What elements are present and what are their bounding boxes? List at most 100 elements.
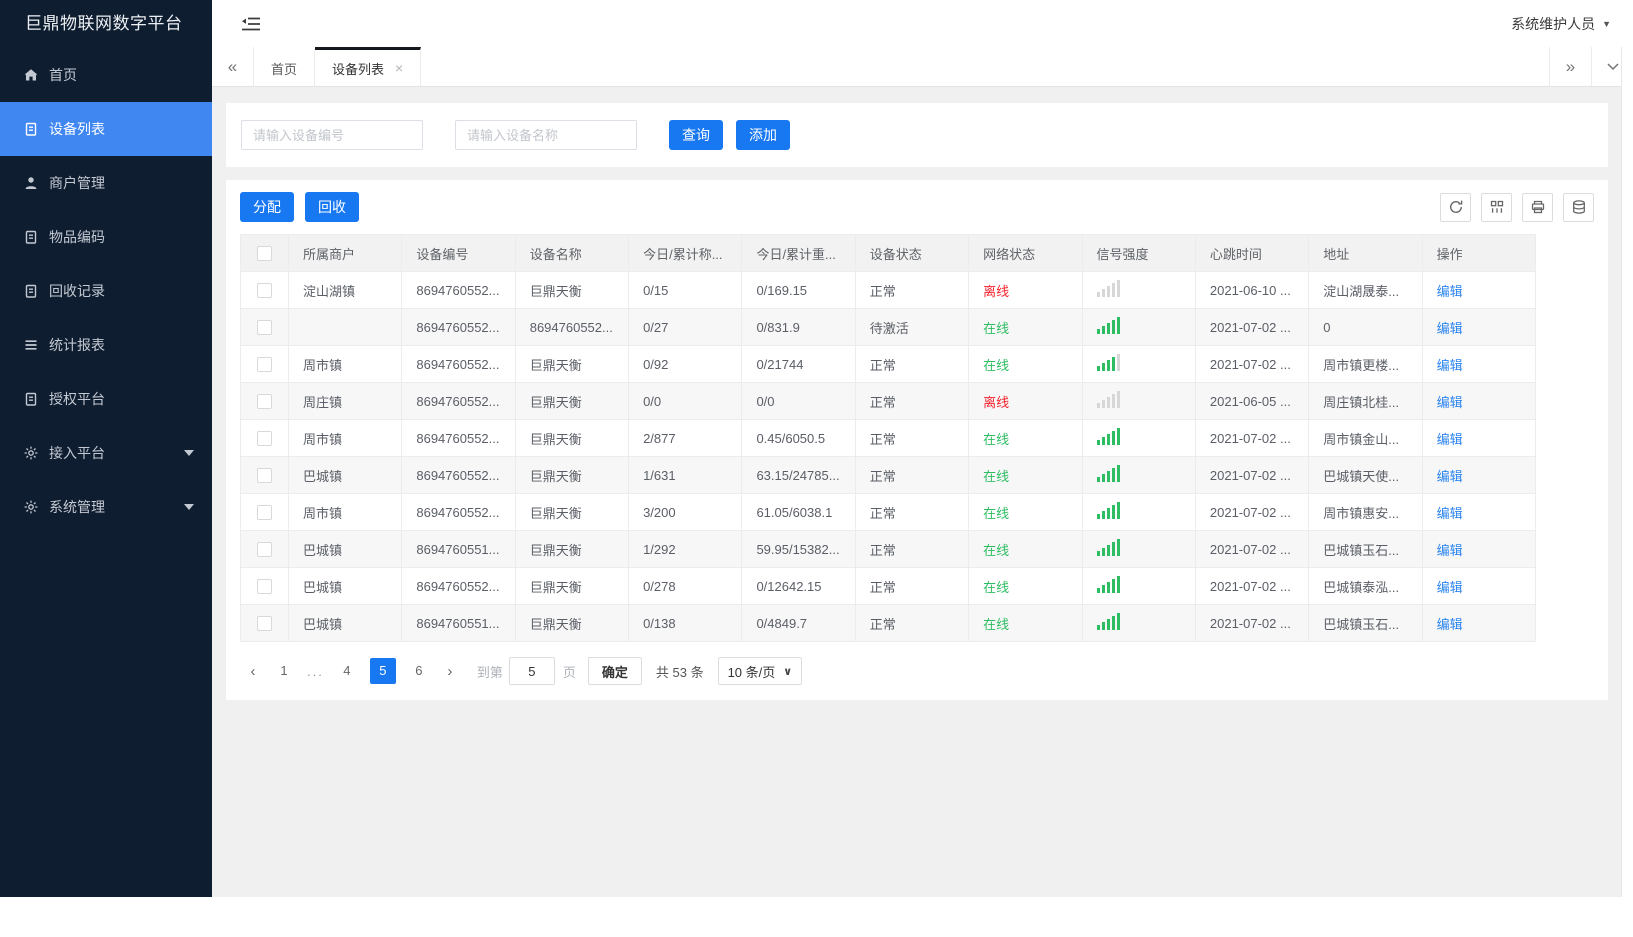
app-window: 巨鼎物联网数字平台 首页 设备列表 商户管理 物品编码 回收记录 统计报表 授权平台 接入平台… — [0, 0, 1633, 897]
cell-weight: 61.05/6038.1 — [741, 493, 856, 531]
edit-link[interactable]: 编辑 — [1437, 469, 1463, 484]
edit-link[interactable]: 编辑 — [1437, 617, 1463, 632]
row-checkbox[interactable] — [257, 505, 272, 521]
cell-device_status: 正常 — [854, 604, 970, 642]
column-header: 所属商户 — [287, 234, 403, 272]
refresh-button[interactable] — [1440, 192, 1471, 222]
row-checkbox[interactable] — [257, 616, 272, 632]
sidebar-item-label: 物品编码 — [49, 229, 105, 245]
columns-button[interactable] — [1481, 192, 1512, 222]
row-checkbox[interactable] — [257, 283, 272, 299]
row-checkbox[interactable] — [257, 357, 272, 373]
jump-suffix-label: 页 — [562, 664, 576, 680]
cell-count: 0/278 — [628, 567, 743, 605]
cell-device_status: 正常 — [854, 382, 970, 420]
sidebar-item-8[interactable]: 系统管理 — [0, 480, 212, 534]
sidebar-item-7[interactable]: 接入平台 — [0, 426, 212, 480]
tabs-scroll-left-button[interactable]: « — [212, 47, 254, 86]
add-button[interactable]: 添加 — [736, 120, 790, 150]
edit-link[interactable]: 编辑 — [1437, 395, 1463, 410]
signal-strength-icon — [1096, 280, 1120, 297]
collapse-sidebar-button[interactable] — [241, 16, 261, 32]
sidebar-nav: 首页设备列表 商户管理物品编码回收记录统计报表授权平台 接入平台 系统管理 — [0, 48, 212, 534]
doc-icon — [23, 391, 39, 407]
table-tool-icons — [1440, 192, 1594, 222]
edit-link[interactable]: 编辑 — [1437, 284, 1463, 299]
tabs-container: 首页 设备列表 × — [254, 47, 422, 86]
sidebar-item-2[interactable]: 商户管理 — [0, 156, 212, 210]
cell-heartbeat: 2021-06-05 ... — [1194, 382, 1310, 420]
jump-page-input[interactable] — [508, 657, 555, 685]
sidebar-item-5[interactable]: 统计报表 — [0, 318, 212, 372]
tab-1[interactable]: 设备列表 × — [315, 47, 422, 86]
user-menu[interactable]: 系统维护人员 ▼ — [1511, 14, 1611, 34]
cell-count: 0/27 — [628, 308, 743, 346]
next-page-button[interactable]: › — [437, 663, 463, 680]
cell-device_no: 8694760552... — [401, 419, 516, 457]
gear-icon — [23, 445, 39, 461]
row-checkbox[interactable] — [257, 542, 272, 558]
edit-link[interactable]: 编辑 — [1437, 358, 1463, 373]
row-checkbox[interactable] — [257, 431, 272, 447]
page-size-select[interactable]: 10 条/页 ∨ — [717, 657, 803, 685]
row-checkbox[interactable] — [257, 320, 272, 336]
cell-merchant: 巴城镇 — [287, 567, 403, 605]
edit-link[interactable]: 编辑 — [1437, 321, 1463, 336]
select-all-checkbox[interactable] — [257, 246, 272, 262]
tab-label: 设备列表 — [332, 61, 385, 77]
device-no-input[interactable] — [241, 120, 423, 150]
sidebar-item-6[interactable]: 授权平台 — [0, 372, 212, 426]
vertical-scrollbar[interactable] — [1621, 47, 1633, 897]
page-button-4[interactable]: 4 — [334, 658, 360, 684]
cell-device_name: 巨鼎天衡 — [514, 345, 630, 383]
cell-heartbeat: 2021-07-02 ... — [1194, 345, 1310, 383]
chevron-down-icon — [184, 450, 194, 456]
cell-heartbeat: 2021-07-02 ... — [1194, 567, 1310, 605]
print-button[interactable] — [1522, 192, 1553, 222]
table-row: 周市镇 8694760552... 巨鼎天衡 0/92 0/21744 正常 在线 2021-… — [240, 345, 1537, 383]
sidebar-item-3[interactable]: 物品编码 — [0, 210, 212, 264]
network-status-badge: 离线 — [983, 394, 1010, 410]
cell-address: 淀山湖晟泰... — [1308, 271, 1423, 309]
close-icon[interactable]: × — [395, 60, 403, 76]
edit-link[interactable]: 编辑 — [1437, 580, 1463, 595]
confirm-jump-button[interactable]: 确定 — [587, 657, 642, 685]
device-name-input[interactable] — [455, 120, 637, 150]
edit-link[interactable]: 编辑 — [1437, 506, 1463, 521]
page-button-6[interactable]: 6 — [406, 658, 432, 684]
assign-button[interactable]: 分配 — [240, 192, 294, 222]
edit-link[interactable]: 编辑 — [1437, 432, 1463, 447]
prev-page-button[interactable]: ‹ — [240, 663, 266, 680]
tab-0[interactable]: 首页 — [254, 47, 316, 86]
sidebar-item-label: 统计报表 — [49, 337, 105, 353]
edit-link[interactable]: 编辑 — [1437, 543, 1463, 558]
recycle-button[interactable]: 回收 — [305, 192, 359, 222]
cell-count: 0/138 — [628, 604, 743, 642]
sidebar-item-label: 首页 — [49, 67, 77, 83]
row-checkbox[interactable] — [257, 468, 272, 484]
chevron-down-icon: ∨ — [783, 665, 793, 678]
cell-device_status: 正常 — [854, 456, 970, 494]
cell-weight: 0/831.9 — [741, 308, 856, 346]
sidebar-item-0[interactable]: 首页 — [0, 48, 212, 102]
sidebar-item-1[interactable]: 设备列表 — [0, 102, 212, 156]
table-row: 巴城镇 8694760551... 巨鼎天衡 1/292 59.95/15382... 正… — [240, 530, 1537, 568]
doc-icon — [23, 121, 39, 137]
column-header: 地址 — [1308, 234, 1423, 272]
page-button-5[interactable]: 5 — [369, 658, 396, 684]
cell-device_name: 巨鼎天衡 — [514, 493, 630, 531]
export-button[interactable] — [1563, 192, 1594, 222]
cell-device_name: 巨鼎天衡 — [514, 456, 630, 494]
table-row: 周庄镇 8694760552... 巨鼎天衡 0/0 0/0 正常 离线 2021-06-05… — [240, 382, 1537, 420]
page-button-1[interactable]: 1 — [271, 658, 297, 684]
cell-merchant: 巴城镇 — [287, 456, 403, 494]
cell-merchant: 周市镇 — [287, 419, 403, 457]
query-button[interactable]: 查询 — [669, 120, 723, 150]
cell-address: 周庄镇北桂... — [1308, 382, 1423, 420]
column-header: 设备编号 — [401, 234, 516, 272]
tabs-scroll-right-button[interactable]: » — [1549, 47, 1591, 86]
chevron-down-icon: ▼ — [1602, 18, 1611, 29]
sidebar-item-4[interactable]: 回收记录 — [0, 264, 212, 318]
row-checkbox[interactable] — [257, 394, 272, 410]
row-checkbox[interactable] — [257, 579, 272, 595]
